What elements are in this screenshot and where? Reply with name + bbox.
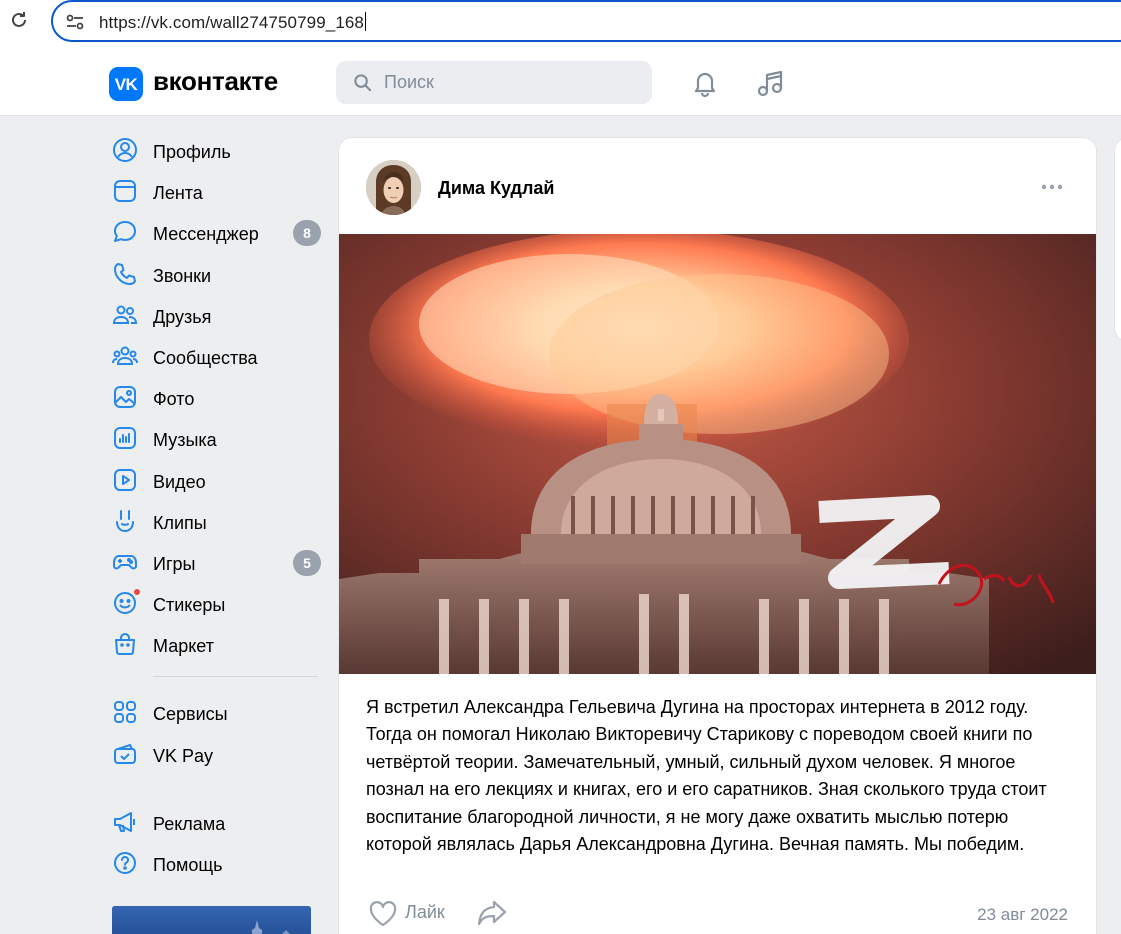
services-icon	[114, 701, 136, 724]
messenger-icon	[114, 221, 136, 243]
sidebar-item-label: Видео	[153, 471, 206, 492]
sidebar-item-label: Сообщества	[153, 347, 258, 368]
browser-toolbar: https://vk.com/wall274750799_168	[0, 0, 1121, 47]
sidebar-promo-banner[interactable]	[112, 906, 311, 934]
music-note-icon[interactable]	[754, 67, 786, 99]
help-icon	[114, 852, 136, 874]
wall-post: Дима Кудлай Я встретил Александра Гельев…	[338, 137, 1097, 934]
site-header: VK вконтакте	[0, 47, 1121, 116]
messenger-badge: 8	[293, 220, 321, 247]
sidebar-item-market[interactable]: Маркет	[108, 622, 328, 663]
left-sidebar: Профиль Лента Мессенджер 8 Звонки Друзья…	[108, 128, 328, 882]
sidebar-item-feed[interactable]: Лента	[108, 169, 328, 210]
new-indicator-dot	[133, 588, 141, 597]
sidebar-item-label: Профиль	[153, 142, 231, 162]
sidebar-item-help[interactable]: Помощь	[108, 841, 328, 882]
sidebar-item-label: Фото	[153, 389, 195, 410]
notifications-bell-icon[interactable]	[690, 68, 720, 98]
sidebar-item-label: Лента	[153, 183, 203, 204]
sidebar-item-games[interactable]: Игры 5	[108, 540, 328, 581]
communities-icon	[112, 346, 138, 365]
sidebar-item-label: Стикеры	[153, 595, 226, 616]
sidebar-item-label: Музыка	[153, 430, 217, 451]
avatar-image	[366, 160, 421, 215]
sidebar-item-label: Друзья	[153, 306, 212, 327]
post-text: Я встретил Александра Гельевича Дугина н…	[366, 697, 1047, 855]
sidebar-item-friends[interactable]: Друзья	[108, 293, 328, 334]
vkpay-icon	[114, 743, 136, 764]
search-input[interactable]	[384, 61, 634, 104]
promo-banner-graphic	[112, 906, 311, 934]
address-bar[interactable]: https://vk.com/wall274750799_168	[51, 0, 1121, 42]
more-options-icon[interactable]	[1039, 180, 1065, 194]
sidebar-item-photo[interactable]: Фото	[108, 375, 328, 416]
sidebar-item-messenger[interactable]: Мессенджер 8	[108, 210, 328, 251]
post-image[interactable]	[339, 234, 1096, 674]
games-badge: 5	[293, 549, 321, 576]
sidebar-item-ads[interactable]: Реклама	[108, 800, 328, 841]
friends-icon	[112, 305, 138, 324]
author-avatar[interactable]	[366, 160, 421, 215]
sidebar-item-label: Маркет	[153, 636, 214, 657]
megaphone-icon	[114, 811, 135, 832]
feed-icon	[114, 180, 136, 203]
sidebar-item-label: Помощь	[153, 855, 223, 875]
right-column-card	[1114, 137, 1121, 342]
like-button-label[interactable]: Лайк	[405, 902, 445, 923]
phone-icon	[114, 262, 136, 285]
sidebar-item-calls[interactable]: Звонки	[108, 252, 328, 293]
video-icon	[114, 468, 136, 491]
search-icon	[354, 74, 372, 92]
sidebar-item-label: VK Pay	[153, 745, 214, 766]
post-image-graphic	[339, 234, 1096, 674]
games-icon	[113, 554, 137, 570]
reload-icon[interactable]	[9, 10, 29, 30]
sidebar-item-music[interactable]: Музыка	[108, 416, 328, 457]
sidebar-item-profile[interactable]: Профиль	[108, 128, 328, 169]
sidebar-item-vkpay[interactable]: VK Pay	[108, 732, 328, 773]
vk-logo[interactable]: VK	[109, 67, 143, 101]
sidebar-divider	[153, 786, 318, 787]
site-info-icon[interactable]	[65, 12, 85, 32]
search-box[interactable]	[336, 61, 652, 104]
profile-icon	[113, 138, 137, 162]
sidebar-item-label: Клипы	[153, 512, 207, 533]
share-icon[interactable]	[476, 898, 508, 928]
sidebar-item-label: Звонки	[153, 265, 212, 286]
sidebar-item-communities[interactable]: Сообщества	[108, 334, 328, 375]
sidebar-item-label: Реклама	[153, 813, 226, 834]
heart-icon[interactable]	[368, 900, 398, 928]
sidebar-item-clips[interactable]: Клипы	[108, 499, 328, 540]
music-icon	[114, 427, 136, 450]
sidebar-item-services[interactable]: Сервисы	[108, 690, 328, 731]
photo-icon	[114, 386, 136, 409]
sidebar-item-stickers[interactable]: Стикеры	[108, 581, 328, 622]
sidebar-item-label: Сервисы	[153, 704, 228, 725]
post-date[interactable]: 23 авг 2022	[977, 905, 1068, 925]
sidebar-item-label: Игры	[153, 553, 196, 574]
vk-wordmark[interactable]: вконтакте	[153, 66, 278, 97]
sidebar-divider	[153, 676, 318, 678]
url-text: https://vk.com/wall274750799_168	[99, 12, 366, 32]
post-author-name[interactable]: Дима Кудлай	[438, 178, 554, 199]
market-icon	[115, 633, 135, 656]
clips-icon	[116, 509, 134, 532]
sidebar-item-video[interactable]: Видео	[108, 458, 328, 499]
sidebar-item-label: Мессенджер	[153, 224, 259, 245]
